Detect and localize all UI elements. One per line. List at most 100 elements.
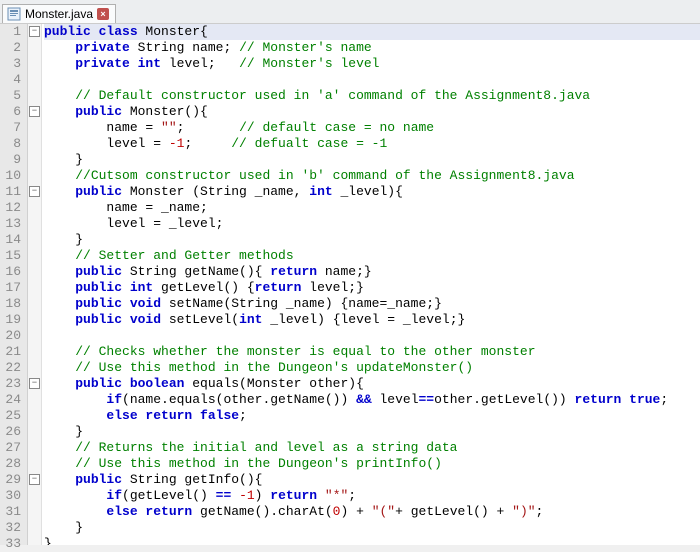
code-editor[interactable]: 1234567891011121314151617181920212223242… [0, 24, 700, 545]
code-line[interactable]: private String name; // Monster's name [44, 40, 700, 56]
code-text: (name.equals(other.getName()) [122, 392, 356, 407]
code-text: } [44, 536, 52, 545]
comment-text: //Cutsom constructor used in 'b' command… [75, 168, 574, 183]
line-number: 12 [4, 200, 21, 216]
keyword-text: public class [44, 24, 145, 39]
line-number: 6 [4, 104, 21, 120]
code-line[interactable]: name = ""; // default case = no name [44, 120, 700, 136]
code-text: ; [348, 488, 356, 503]
fold-toggle-icon[interactable]: − [29, 186, 40, 197]
code-text [44, 40, 75, 55]
code-text: { [200, 24, 208, 39]
fold-toggle-icon[interactable]: − [29, 474, 40, 485]
line-number-gutter: 1234567891011121314151617181920212223242… [0, 24, 28, 545]
code-line[interactable]: //Cutsom constructor used in 'b' command… [44, 168, 700, 184]
code-line[interactable]: public void setName(String _name) {name=… [44, 296, 700, 312]
code-line[interactable]: } [44, 232, 700, 248]
code-text [44, 392, 106, 407]
code-text: } [44, 520, 83, 535]
comment-text: // default case = no name [239, 120, 434, 135]
code-line[interactable]: public void setLevel(int _level) {level … [44, 312, 700, 328]
line-number: 17 [4, 280, 21, 296]
code-line[interactable]: public class Monster{ [44, 24, 700, 40]
fold-toggle-icon[interactable]: − [29, 106, 40, 117]
line-number: 18 [4, 296, 21, 312]
code-line[interactable]: else return getName().charAt(0) + "("+ g… [44, 504, 700, 520]
line-number: 9 [4, 152, 21, 168]
code-text: getLevel() { [161, 280, 255, 295]
comment-text: // Returns the initial and level as a st… [75, 440, 457, 455]
code-line[interactable]: public String getName(){ return name;} [44, 264, 700, 280]
line-number: 31 [4, 504, 21, 520]
code-line[interactable]: else return false; [44, 408, 700, 424]
code-text [44, 184, 75, 199]
line-number: 13 [4, 216, 21, 232]
code-line[interactable]: private int level; // Monster's level [44, 56, 700, 72]
code-line[interactable]: } [44, 152, 700, 168]
code-text: ; [184, 136, 231, 151]
number-text: -1 [169, 136, 185, 151]
line-number: 10 [4, 168, 21, 184]
keyword-text: public [75, 104, 130, 119]
code-line[interactable]: } [44, 536, 700, 545]
code-text [44, 440, 75, 455]
keyword-text: return [270, 488, 325, 503]
line-number: 29 [4, 472, 21, 488]
code-text [44, 472, 75, 487]
code-line[interactable]: // Use this method in the Dungeon's prin… [44, 456, 700, 472]
code-area[interactable]: public class Monster{ private String nam… [42, 24, 700, 545]
line-number: 32 [4, 520, 21, 536]
code-line[interactable]: if(name.equals(other.getName()) && level… [44, 392, 700, 408]
code-line[interactable]: } [44, 520, 700, 536]
code-text: name = _name; [44, 200, 208, 215]
code-text: } [44, 424, 83, 439]
code-line[interactable]: if(getLevel() == -1) return "*"; [44, 488, 700, 504]
keyword-text: int [309, 184, 340, 199]
code-text: equals(Monster other){ [192, 376, 364, 391]
code-line[interactable]: level = _level; [44, 216, 700, 232]
keyword-text: if [106, 488, 122, 503]
code-line[interactable]: name = _name; [44, 200, 700, 216]
keyword-text: if [106, 392, 122, 407]
code-text: String getInfo(){ [130, 472, 263, 487]
code-text: name;} [325, 264, 372, 279]
line-number: 22 [4, 360, 21, 376]
code-line[interactable]: public boolean equals(Monster other){ [44, 376, 700, 392]
comment-text: // defualt case = -1 [231, 136, 387, 151]
code-line[interactable]: public Monster (String _name, int _level… [44, 184, 700, 200]
code-line[interactable]: // Checks whether the monster is equal t… [44, 344, 700, 360]
code-text [44, 88, 75, 103]
close-icon[interactable]: × [97, 8, 109, 20]
fold-toggle-icon[interactable]: − [29, 26, 40, 37]
code-line[interactable]: level = -1; // defualt case = -1 [44, 136, 700, 152]
comment-text: // Use this method in the Dungeon's upda… [75, 360, 473, 375]
code-text [44, 264, 75, 279]
code-line[interactable] [44, 72, 700, 88]
line-number: 2 [4, 40, 21, 56]
fold-toggle-icon[interactable]: − [29, 378, 40, 389]
string-text: ")" [512, 504, 535, 519]
code-line[interactable]: } [44, 424, 700, 440]
code-line[interactable]: // Use this method in the Dungeon's upda… [44, 360, 700, 376]
code-line[interactable]: // Returns the initial and level as a st… [44, 440, 700, 456]
code-text: getName().charAt( [200, 504, 333, 519]
tab-filename: Monster.java [25, 7, 93, 21]
code-line[interactable]: // Setter and Getter methods [44, 248, 700, 264]
comment-text: // Monster's name [239, 40, 372, 55]
code-line[interactable]: public Monster(){ [44, 104, 700, 120]
fold-column[interactable]: − − − − − [28, 24, 42, 545]
code-text: ; [536, 504, 544, 519]
code-text: + getLevel() + [395, 504, 512, 519]
code-text [44, 56, 75, 71]
code-line[interactable] [44, 328, 700, 344]
java-file-icon [7, 7, 21, 21]
line-number: 20 [4, 328, 21, 344]
keyword-text: public [75, 472, 130, 487]
code-line[interactable]: public int getLevel() {return level;} [44, 280, 700, 296]
code-text [44, 296, 75, 311]
line-number: 16 [4, 264, 21, 280]
code-text: ) + [340, 504, 371, 519]
code-line[interactable]: public String getInfo(){ [44, 472, 700, 488]
file-tab[interactable]: Monster.java × [2, 4, 116, 23]
code-line[interactable]: // Default constructor used in 'a' comma… [44, 88, 700, 104]
